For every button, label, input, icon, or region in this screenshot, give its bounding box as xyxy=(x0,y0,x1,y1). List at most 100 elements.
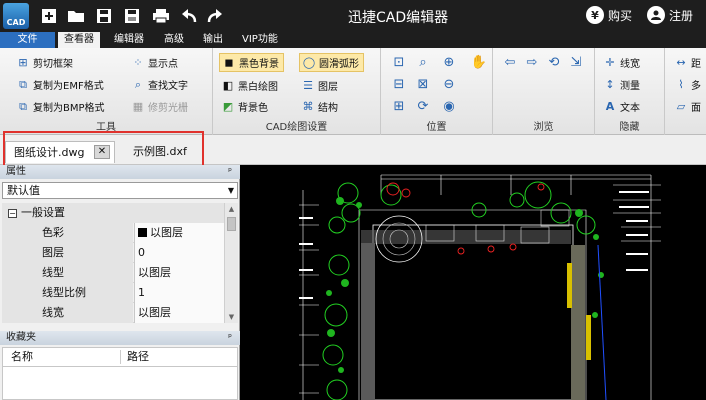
prop-row-linetype-scale[interactable]: 线型比例 1 xyxy=(2,283,224,303)
polyline-label: 多 xyxy=(691,81,701,92)
zoom-out-icon[interactable]: ⊖ xyxy=(440,75,458,93)
bg-color-icon: ◩ xyxy=(222,100,234,113)
scroll-down-icon[interactable]: ▼ xyxy=(225,311,238,323)
prop-row-lineweight[interactable]: 线宽 以图层 xyxy=(2,303,224,323)
drawing-canvas[interactable] xyxy=(241,165,706,400)
find-text-button[interactable]: ⌕ 查找文字 xyxy=(131,75,188,94)
copy-bmp-button[interactable]: ⧉ 复制为BMP格式 xyxy=(16,97,105,116)
zoom-in-icon[interactable]: ⊕ xyxy=(440,53,458,71)
favorites-list[interactable] xyxy=(2,367,238,400)
zoom-extents-icon[interactable]: ⊟ xyxy=(390,75,408,93)
properties-title: 属性 xyxy=(6,166,26,177)
menu-advanced[interactable]: 高级 xyxy=(158,32,190,48)
view-3d-icon[interactable]: ◉ xyxy=(440,97,458,115)
export-icon[interactable]: ⇲ xyxy=(567,53,585,71)
copy-bmp-label: 复制为BMP格式 xyxy=(33,103,105,114)
scroll-thumb[interactable] xyxy=(227,217,236,231)
group-browse-label: 浏览 xyxy=(533,122,554,133)
pin-icon[interactable]: ᵖ xyxy=(228,165,232,179)
structure-button[interactable]: ⌘ 结构 xyxy=(301,97,339,116)
area-icon: ▱ xyxy=(676,100,686,113)
menu-file[interactable]: 文件 xyxy=(0,32,55,48)
layers-label: 图层 xyxy=(318,82,338,93)
group-position-label: 位置 xyxy=(426,122,447,133)
scroll-up-icon[interactable]: ▲ xyxy=(225,203,238,215)
group-cad-settings-label: CAD绘图设置 xyxy=(265,122,328,133)
print-icon[interactable] xyxy=(150,5,172,27)
menu-viewer[interactable]: 查看器 xyxy=(58,32,100,48)
collapse-icon[interactable]: − xyxy=(8,209,17,218)
group-hide-label: 隐藏 xyxy=(619,122,640,133)
lineweight-button[interactable]: ✛ 线宽 xyxy=(603,53,640,72)
column-path[interactable]: 路径 xyxy=(127,348,149,366)
layers-button[interactable]: ☰ 图层 xyxy=(301,76,338,95)
register-button[interactable]: 注册 xyxy=(647,6,693,24)
column-divider xyxy=(120,350,121,364)
polyline-button[interactable]: ⌇ 多 xyxy=(674,75,701,94)
prop-value[interactable]: 1 xyxy=(134,283,224,303)
structure-label: 结构 xyxy=(318,103,338,114)
window-title: 迅捷CAD编辑器 xyxy=(348,10,449,26)
tab-highlight-callout xyxy=(3,131,204,167)
menu-bar: 文件 查看器 编辑器 高级 输出 VIP功能 xyxy=(0,32,706,48)
open-folder-icon[interactable] xyxy=(65,5,87,27)
prop-key: 图层 xyxy=(2,243,133,263)
bg-color-label: 背景色 xyxy=(238,103,268,114)
save-icon[interactable] xyxy=(93,5,115,27)
zoom-window-icon[interactable]: ⊡ xyxy=(390,53,408,71)
bw-drawing-icon: ◧ xyxy=(222,79,234,92)
favorites-title: 收藏夹 xyxy=(6,332,36,343)
redo-icon[interactable] xyxy=(204,5,226,27)
copy-emf-button[interactable]: ⧉ 复制为EMF格式 xyxy=(16,75,104,94)
bw-drawing-label: 黑白绘图 xyxy=(238,82,278,93)
black-background-button[interactable]: ◼ 黑色背景 xyxy=(219,53,284,72)
menu-vip[interactable]: VIP功能 xyxy=(236,32,284,48)
area-button[interactable]: ▱ 面 xyxy=(674,97,701,116)
buy-button[interactable]: ¥ 购买 xyxy=(586,6,632,24)
new-file-icon[interactable] xyxy=(38,5,60,27)
prop-row-layer[interactable]: 图层 0 xyxy=(2,243,224,263)
clip-frame-button[interactable]: ⊞ 剪切框架 xyxy=(16,53,73,72)
smooth-arc-button[interactable]: ◯ 圆滑弧形 xyxy=(299,53,364,72)
pin-icon[interactable]: ᵖ xyxy=(228,331,232,345)
distance-button[interactable]: ↔ 距 xyxy=(674,53,701,72)
prop-value[interactable]: 以图层 xyxy=(134,303,224,323)
zoom-realtime-icon[interactable]: ⊞ xyxy=(390,97,408,115)
measure-button[interactable]: ↕ 测量 xyxy=(603,75,640,94)
arrow-left-icon[interactable]: ⇦ xyxy=(501,53,519,71)
layers-icon: ☰ xyxy=(303,79,313,92)
refresh-icon[interactable]: ⟲ xyxy=(545,53,563,71)
group-cad-settings: ◼ 黑色背景 ◧ 黑白绘图 ◩ 背景色 ◯ 圆滑弧形 ☰ 图层 ⌘ 结构 CAD… xyxy=(213,48,381,135)
style-select[interactable]: 默认值 ▼ xyxy=(2,182,238,199)
area-label: 面 xyxy=(691,103,701,114)
bg-color-button[interactable]: ◩ 背景色 xyxy=(221,97,268,116)
fit-window-icon[interactable]: ⊠ xyxy=(414,75,432,93)
show-points-button[interactable]: ⁘ 显示点 xyxy=(131,53,178,72)
column-name[interactable]: 名称 xyxy=(11,348,33,366)
zoom-search-icon[interactable]: ⌕ xyxy=(414,53,432,71)
section-general[interactable]: − 一般设置 xyxy=(2,203,224,223)
prop-value[interactable]: 以图层 xyxy=(134,263,224,283)
rotate-view-icon[interactable]: ⟳ xyxy=(414,97,432,115)
arrow-right-icon[interactable]: ⇨ xyxy=(523,53,541,71)
prop-value-text: 以图层 xyxy=(150,226,183,239)
text-label: 文本 xyxy=(620,103,640,114)
find-text-label: 查找文字 xyxy=(148,81,188,92)
properties-header: 属性 ᵖ xyxy=(0,165,240,179)
prop-row-color[interactable]: 色彩 以图层 xyxy=(2,223,224,243)
menu-editor[interactable]: 编辑器 xyxy=(108,32,150,48)
save-as-icon[interactable] xyxy=(121,5,143,27)
prop-value[interactable]: 0 xyxy=(134,243,224,263)
prop-row-linetype[interactable]: 线型 以图层 xyxy=(2,263,224,283)
trim-raster-button[interactable]: ▦ 修剪光栅 xyxy=(131,97,188,116)
group-hide: ✛ 线宽 ↕ 测量 A 文本 隐藏 xyxy=(595,48,665,135)
clip-frame-label: 剪切框架 xyxy=(33,59,73,70)
bw-drawing-button[interactable]: ◧ 黑白绘图 xyxy=(221,76,278,95)
text-button[interactable]: A 文本 xyxy=(603,97,640,116)
black-background-label: 黑色背景 xyxy=(239,59,279,70)
prop-value[interactable]: 以图层 xyxy=(134,223,224,243)
menu-output[interactable]: 输出 xyxy=(197,32,229,48)
undo-icon[interactable] xyxy=(178,5,200,27)
property-scrollbar[interactable]: ▲ ▼ xyxy=(224,203,238,323)
pan-hand-icon[interactable]: ✋ xyxy=(470,53,488,71)
